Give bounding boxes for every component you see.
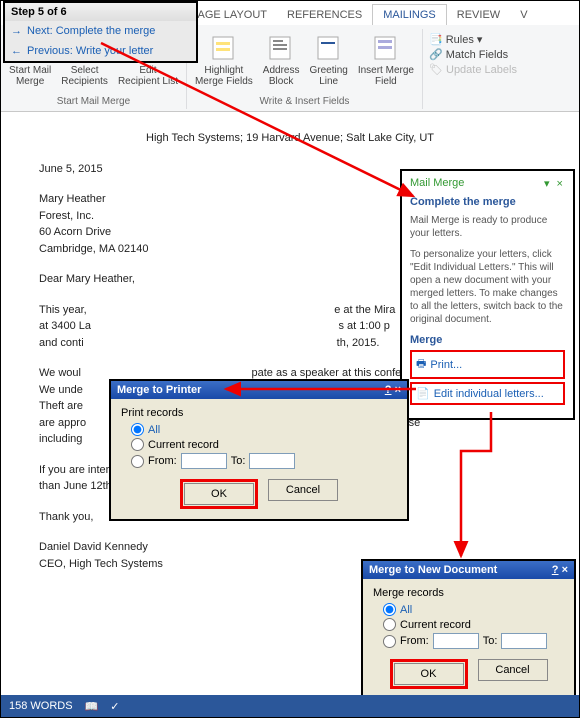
spelling-icon[interactable]: ✓ (110, 700, 119, 713)
address-block-button[interactable]: AddressBlock (259, 29, 304, 89)
rules-button[interactable]: 📑 Rules ▾ (429, 33, 517, 46)
greeting-icon (313, 31, 345, 63)
ribbon-group-write: HighlightMerge Fields AddressBlock Greet… (187, 29, 423, 109)
dialog2-close-icon[interactable]: ? × (552, 564, 568, 576)
prev-step-link[interactable]: ←Previous: Write your letter (5, 41, 196, 61)
radio-all[interactable]: All (131, 423, 397, 436)
pane-title: Mail Merge▾ × (410, 177, 565, 190)
step-title: Step 5 of 6 (5, 3, 196, 21)
highlight-icon (208, 31, 240, 63)
mail-merge-pane: Mail Merge▾ × Complete the merge Mail Me… (400, 169, 575, 420)
from-input[interactable] (181, 453, 227, 469)
ok-button[interactable]: OK (184, 483, 254, 505)
pane-subtitle: Complete the merge (410, 196, 565, 208)
status-bar: 158 WORDS 📖 ✓ (1, 695, 579, 717)
merge-to-printer-dialog: Merge to Printer? × Print records All Cu… (109, 379, 409, 521)
radio-from-2[interactable]: From:To: (383, 633, 564, 649)
print-records-label: Print records (121, 407, 397, 419)
pane-close-icon[interactable]: ▾ × (544, 177, 565, 190)
tab-view[interactable]: V (510, 5, 537, 25)
insert-field-icon (370, 31, 402, 63)
word-count[interactable]: 158 WORDS (9, 700, 73, 712)
to-input-2[interactable] (501, 633, 547, 649)
highlight-fields-button[interactable]: HighlightMerge Fields (191, 29, 257, 89)
tab-mailings[interactable]: MAILINGS (372, 4, 447, 25)
wizard-step-box: Step 5 of 6 →Next: Complete the merge ←P… (3, 1, 198, 63)
radio-current-2[interactable]: Current record (383, 618, 564, 631)
letter-header: High Tech Systems; 19 Harvard Avenue; Sa… (39, 130, 541, 147)
merge-records-label: Merge records (373, 587, 564, 599)
merge-header: Merge (410, 334, 565, 346)
edit-individual-link[interactable]: 📄Edit individual letters... (410, 382, 565, 405)
ok-button-2[interactable]: OK (394, 663, 464, 685)
to-input[interactable] (249, 453, 295, 469)
group-name-write: Write & Insert Fields (260, 94, 350, 109)
ribbon-side-options: 📑 Rules ▾ 🔗 Match Fields 🏷 Update Labels (423, 29, 523, 109)
dialog1-close-icon[interactable]: ? × (385, 384, 401, 396)
from-input-2[interactable] (433, 633, 479, 649)
dialog2-title: Merge to New Document? × (363, 561, 574, 579)
printer-icon: 🖶 (416, 355, 426, 374)
pane-text-1: Mail Merge is ready to produce your lett… (410, 214, 565, 240)
next-step-link[interactable]: →Next: Complete the merge (5, 21, 196, 41)
address-icon (265, 31, 297, 63)
document-icon: 📄 (416, 387, 430, 400)
insert-merge-field-button[interactable]: Insert MergeField (354, 29, 418, 89)
group-name-start: Start Mail Merge (57, 94, 130, 109)
cancel-button[interactable]: Cancel (268, 479, 338, 501)
proofing-icon[interactable]: 📖 (85, 700, 99, 713)
dialog1-title: Merge to Printer? × (111, 381, 407, 399)
radio-from[interactable]: From:To: (131, 453, 397, 469)
cancel-button-2[interactable]: Cancel (478, 659, 548, 681)
match-fields-button[interactable]: 🔗 Match Fields (429, 48, 517, 61)
tab-references[interactable]: REFERENCES (277, 5, 372, 25)
radio-all-2[interactable]: All (383, 603, 564, 616)
print-link[interactable]: 🖶Print... (410, 350, 565, 379)
merge-to-new-doc-dialog: Merge to New Document? × Merge records A… (361, 559, 576, 701)
prev-step-label: Previous: Write your letter (27, 45, 153, 57)
update-labels-button[interactable]: 🏷 Update Labels (429, 63, 517, 76)
greeting-line-button[interactable]: GreetingLine (305, 29, 351, 89)
next-step-label: Next: Complete the merge (27, 25, 155, 37)
pane-text-2: To personalize your letters, click "Edit… (410, 248, 565, 326)
tab-review[interactable]: REVIEW (447, 5, 510, 25)
radio-current[interactable]: Current record (131, 438, 397, 451)
